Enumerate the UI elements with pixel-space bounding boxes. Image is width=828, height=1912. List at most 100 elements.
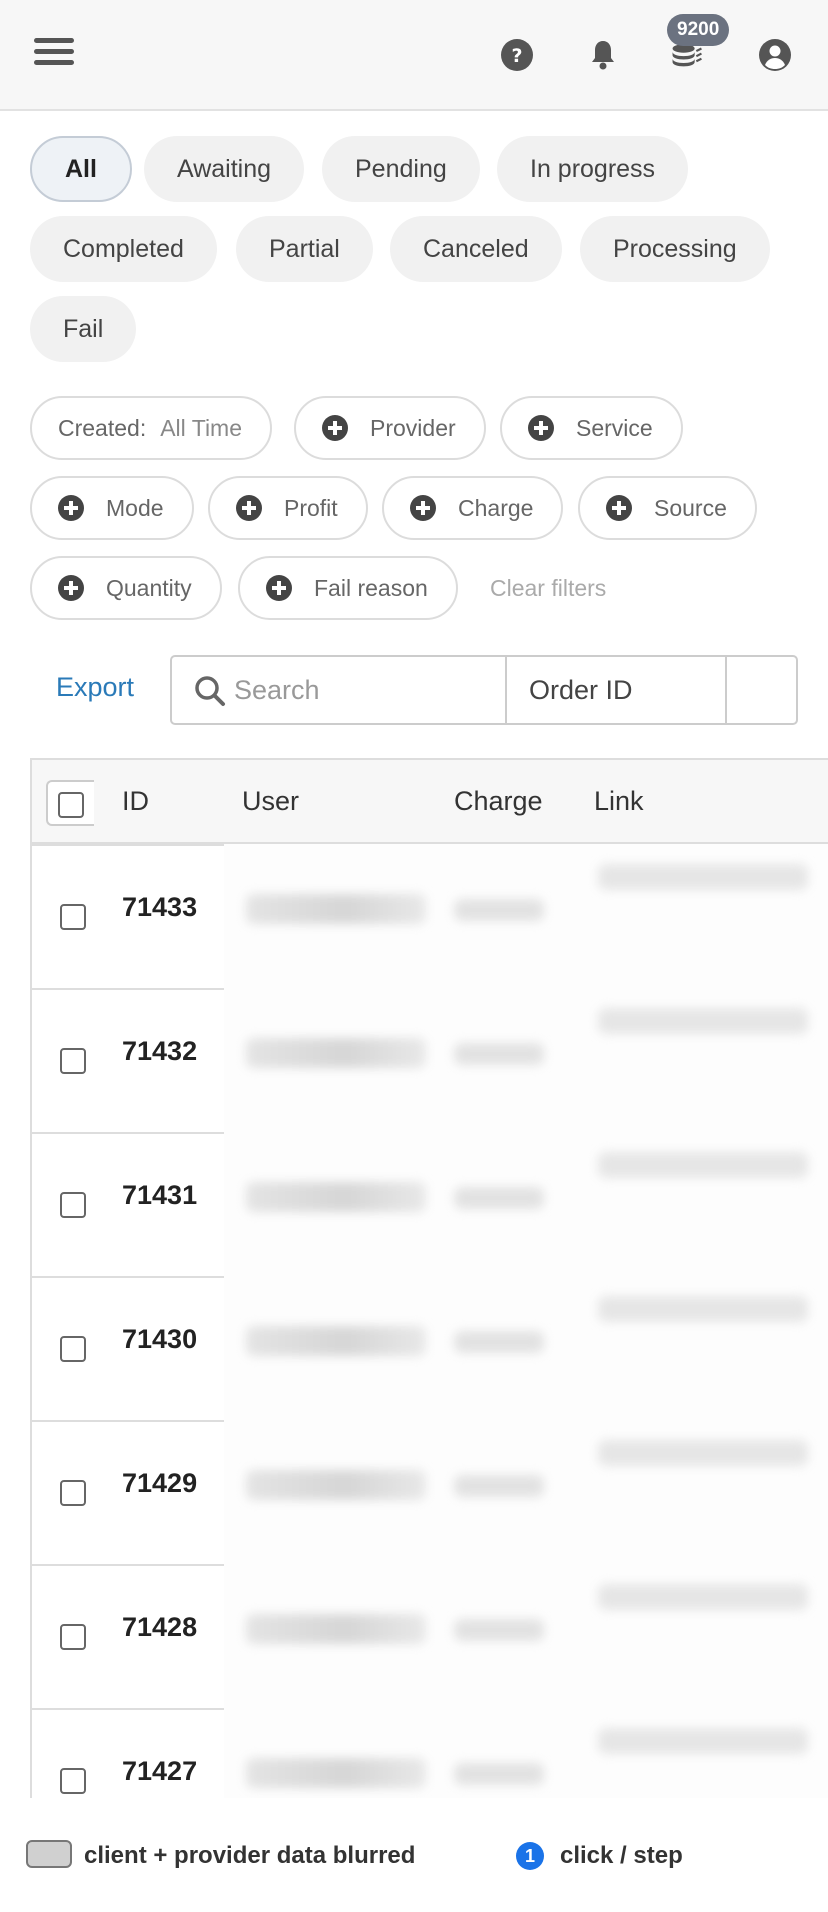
plus-circle-icon: [58, 574, 84, 601]
row-checkbox[interactable]: [60, 1624, 86, 1650]
filter-source-label: Source: [654, 495, 727, 521]
select-all-checkbox[interactable]: [58, 792, 84, 818]
plus-circle-icon: [322, 414, 348, 441]
tab-partial[interactable]: Partial: [236, 216, 373, 282]
blurred-link: [598, 1008, 808, 1034]
blurred-charge: [454, 899, 544, 921]
bell-icon[interactable]: [586, 38, 620, 72]
table-row[interactable]: 71433: [32, 844, 828, 988]
blurred-charge: [454, 1619, 544, 1641]
filter-service[interactable]: Service: [500, 396, 683, 460]
blurred-user: [246, 1326, 426, 1356]
legend-blurred-text: client + provider data blurred: [84, 1842, 416, 1869]
order-id[interactable]: 71427: [122, 1756, 197, 1787]
table-row[interactable]: 71429: [32, 1420, 828, 1564]
blurred-user: [246, 1614, 426, 1644]
filter-profit[interactable]: Profit: [208, 476, 368, 540]
tab-fail[interactable]: Fail: [30, 296, 137, 362]
order-id[interactable]: 71429: [122, 1468, 197, 1499]
balance-badge: 9200: [667, 14, 730, 46]
blurred-user: [246, 1038, 426, 1068]
row-checkbox[interactable]: [60, 1768, 86, 1794]
blurred-charge: [454, 1043, 544, 1065]
plus-circle-icon: [410, 494, 436, 521]
filter-service-label: Service: [576, 415, 653, 441]
help-icon[interactable]: ?: [500, 38, 534, 72]
row-divider: [32, 844, 224, 846]
table-row[interactable]: 71430: [32, 1276, 828, 1420]
blurred-charge: [454, 1331, 544, 1353]
blurred-charge: [454, 1763, 544, 1785]
order-id[interactable]: 71433: [122, 892, 197, 923]
menu-icon[interactable]: [34, 38, 74, 70]
row-divider: [32, 1420, 224, 1422]
row-divider: [32, 988, 224, 990]
filter-created-label: Created:: [58, 415, 147, 441]
filter-source[interactable]: Source: [578, 476, 757, 540]
export-link[interactable]: Export: [56, 672, 134, 703]
filter-quantity[interactable]: Quantity: [30, 556, 222, 620]
plus-circle-icon: [606, 494, 632, 521]
row-divider: [32, 1708, 224, 1710]
tab-awaiting[interactable]: Awaiting: [144, 136, 305, 202]
row-divider: [32, 1132, 224, 1134]
plus-circle-icon: [266, 574, 292, 601]
column-charge[interactable]: Charge: [454, 786, 543, 817]
filter-provider-label: Provider: [370, 415, 456, 441]
plus-circle-icon: [236, 494, 262, 521]
row-divider: [32, 1276, 224, 1278]
blurred-link: [598, 864, 808, 890]
tab-all[interactable]: All: [30, 136, 132, 202]
blurred-user: [246, 1470, 426, 1500]
table-row[interactable]: 71431: [32, 1132, 828, 1276]
filter-fail-reason-label: Fail reason: [314, 575, 428, 601]
row-checkbox[interactable]: [60, 904, 86, 930]
search-button[interactable]: [727, 657, 796, 723]
orders-table: ID User Charge Link 71433 71432 71431 71…: [30, 758, 828, 1798]
filter-mode-label: Mode: [106, 495, 164, 521]
order-id[interactable]: 71428: [122, 1612, 197, 1643]
row-checkbox[interactable]: [60, 1336, 86, 1362]
search-input[interactable]: [172, 657, 507, 723]
tab-processing[interactable]: Processing: [580, 216, 770, 282]
tab-canceled[interactable]: Canceled: [390, 216, 562, 282]
row-checkbox[interactable]: [60, 1192, 86, 1218]
plus-circle-icon: [58, 494, 84, 521]
table-row[interactable]: 71432: [32, 988, 828, 1132]
table-row[interactable]: 71428: [32, 1564, 828, 1708]
select-all-wrapper: [46, 780, 94, 826]
table-row[interactable]: 71427: [32, 1708, 828, 1798]
filter-provider[interactable]: Provider: [294, 396, 486, 460]
row-checkbox[interactable]: [60, 1048, 86, 1074]
tab-completed[interactable]: Completed: [30, 216, 217, 282]
table-header: ID User Charge Link: [32, 758, 828, 844]
column-user[interactable]: User: [242, 786, 299, 817]
order-id[interactable]: 71432: [122, 1036, 197, 1067]
search-field-select[interactable]: Order ID: [507, 657, 727, 723]
filter-created[interactable]: Created: All Time: [30, 396, 273, 460]
column-id[interactable]: ID: [122, 786, 149, 817]
top-bar: ? 9200: [0, 0, 828, 111]
filter-created-value: All Time: [160, 415, 243, 441]
filter-fail-reason[interactable]: Fail reason: [238, 556, 458, 620]
order-id[interactable]: 71431: [122, 1180, 197, 1211]
tab-pending[interactable]: Pending: [322, 136, 480, 202]
tab-in-progress[interactable]: In progress: [497, 136, 689, 202]
user-icon[interactable]: [758, 38, 792, 72]
order-id[interactable]: 71430: [122, 1324, 197, 1355]
blurred-link: [598, 1440, 808, 1466]
blurred-link: [598, 1584, 808, 1610]
blurred-user: [246, 1758, 426, 1788]
search-bar: Order ID: [170, 655, 798, 725]
row-checkbox[interactable]: [60, 1480, 86, 1506]
filter-charge[interactable]: Charge: [382, 476, 564, 540]
legend-bar: client + provider data blurred 1 click /…: [0, 1800, 828, 1912]
blurred-link: [598, 1728, 808, 1754]
column-link[interactable]: Link: [594, 786, 644, 817]
filter-quantity-label: Quantity: [106, 575, 192, 601]
filter-mode[interactable]: Mode: [30, 476, 194, 540]
clear-filters-link[interactable]: Clear filters: [490, 575, 606, 602]
blurred-user: [246, 894, 426, 924]
blur-swatch: [26, 1840, 72, 1868]
blurred-user: [246, 1182, 426, 1212]
